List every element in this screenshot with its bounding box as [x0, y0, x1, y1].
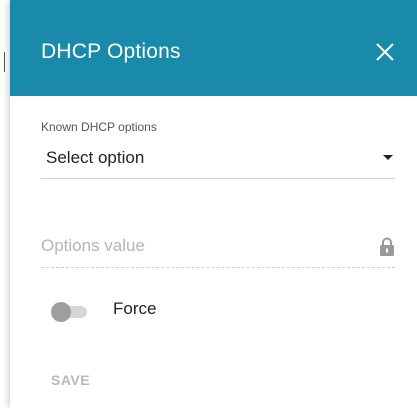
- options-value-input[interactable]: [41, 233, 361, 259]
- force-toggle[interactable]: [51, 302, 87, 322]
- force-label: Force: [113, 299, 157, 318]
- dialog-title: DHCP Options: [41, 40, 181, 63]
- lock-icon: [379, 237, 395, 257]
- options-value-field: [41, 227, 395, 268]
- background-page-edge: [0, 0, 10, 408]
- dialog-header: DHCP Options: [10, 0, 417, 96]
- save-button[interactable]: SAVE: [47, 366, 94, 394]
- background-page-mark: [4, 52, 5, 72]
- toggle-knob: [51, 302, 71, 322]
- select-value: Select option: [46, 148, 145, 167]
- known-dhcp-options-label: Known DHCP options: [41, 120, 157, 134]
- known-dhcp-options-select[interactable]: Select option: [41, 140, 395, 179]
- close-icon[interactable]: [374, 41, 396, 63]
- dhcp-options-dialog: DHCP Options Known DHCP options Select o…: [10, 0, 417, 408]
- chevron-down-icon: [383, 155, 393, 160]
